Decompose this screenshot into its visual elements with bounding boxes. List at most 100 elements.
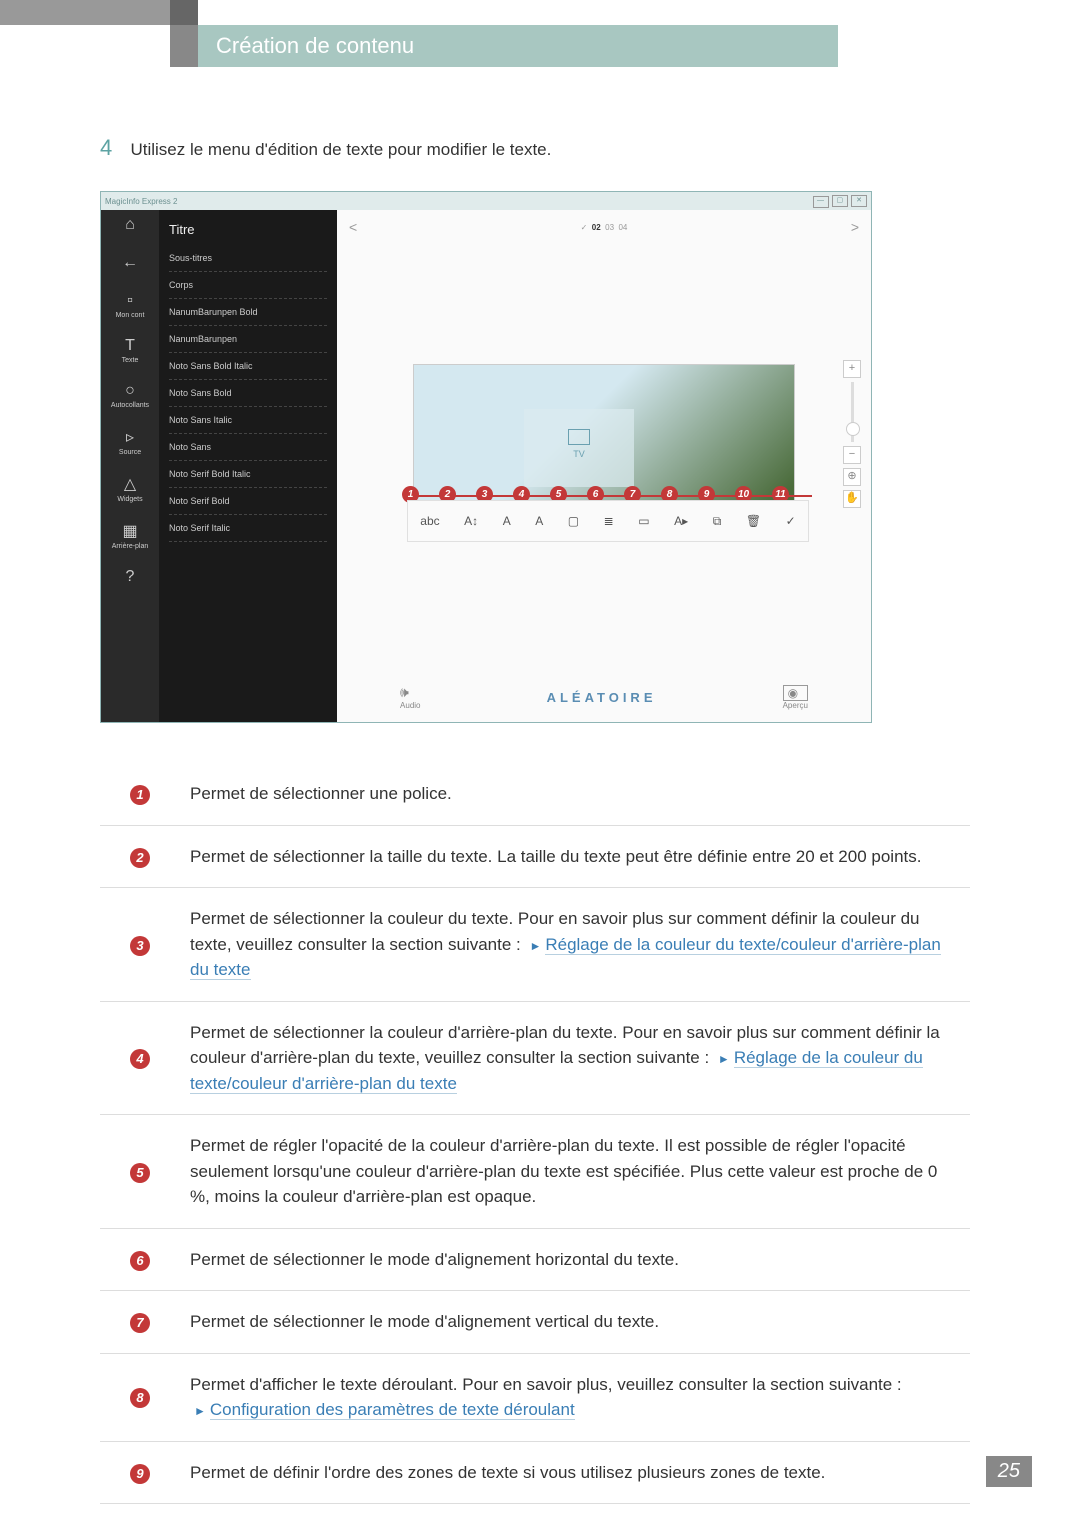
hand-icon[interactable]: ✋ — [843, 490, 861, 508]
app-titlebar: MagicInfo Express 2 — ▢ ✕ — [101, 192, 871, 210]
arrow-icon: ► — [194, 1404, 206, 1418]
rail-icon: ▦ — [101, 521, 159, 541]
rail-icon: ? — [101, 568, 159, 586]
rail-item[interactable]: TTexte — [101, 337, 159, 364]
audio-icon: 🕪 — [400, 684, 420, 701]
maximize-icon[interactable]: ▢ — [832, 195, 848, 207]
icon-rail: ⌂ ← ▫Mon cont TTexte ○Autocollants ▹Source △Wi… — [101, 210, 159, 722]
font-item[interactable]: Corps — [169, 272, 327, 299]
toolbar-button[interactable]: A — [535, 514, 543, 528]
toolbar-button[interactable]: ⧉ — [713, 514, 722, 529]
rail-icon: ▫ — [101, 292, 159, 310]
legend-number: 8 — [130, 1388, 150, 1408]
toolbar-button[interactable]: A↕ — [464, 514, 478, 528]
canvas: < ✓ 02 03 04 > TV Healthy Breakfast — [337, 210, 871, 722]
doc-link[interactable]: Configuration des paramètres de texte dé… — [210, 1400, 575, 1420]
zoom-add-icon[interactable]: + — [843, 360, 861, 378]
legend-text: Permet de sélectionner le mode d'alignem… — [180, 1291, 970, 1354]
font-item[interactable]: NanumBarunpen — [169, 326, 327, 353]
rail-item[interactable]: ← — [101, 254, 159, 274]
app-title: MagicInfo Express 2 — [105, 197, 177, 206]
toolbar-button[interactable]: ✓ — [786, 514, 796, 528]
font-item[interactable]: Noto Serif Italic — [169, 515, 327, 542]
font-item[interactable]: Sous-titres — [169, 245, 327, 272]
page-item[interactable]: 03 — [605, 223, 614, 232]
toolbar-button[interactable]: ≣ — [604, 514, 614, 528]
zoom-track[interactable] — [851, 382, 854, 442]
rail-item[interactable]: ▦Arrière-plan — [101, 521, 159, 550]
page-item[interactable]: 04 — [618, 223, 627, 232]
step-row: 4 Utilisez le menu d'édition de texte po… — [100, 135, 970, 161]
page-active[interactable]: 02 — [592, 223, 601, 232]
font-panel-title: Titre — [169, 218, 327, 245]
font-item[interactable]: NanumBarunpen Bold — [169, 299, 327, 326]
legend-number: 4 — [130, 1049, 150, 1069]
check-icon: ✓ — [581, 223, 588, 232]
toolbar-button[interactable]: ▭ — [638, 514, 649, 528]
section-header: Création de contenu — [198, 25, 838, 67]
margin-corner-bottom — [170, 25, 198, 67]
rail-item[interactable]: ? — [101, 568, 159, 588]
font-item[interactable]: Noto Sans Bold — [169, 380, 327, 407]
zoom-thumb[interactable] — [846, 422, 860, 436]
prev-page-icon[interactable]: < — [349, 219, 357, 235]
toolbar-button[interactable]: 🗑 — [746, 514, 761, 528]
preview-section[interactable]: ◉ Aperçu — [783, 685, 808, 710]
step-number: 4 — [100, 135, 126, 161]
font-item[interactable]: Noto Serif Bold Italic — [169, 461, 327, 488]
font-panel: Titre Sous-titresCorpsNanumBarunpen Bold… — [159, 210, 337, 722]
next-page-icon[interactable]: > — [851, 219, 859, 235]
rail-item[interactable]: ○Autocollants — [101, 382, 159, 409]
window-controls: — ▢ ✕ — [812, 195, 867, 208]
tv-overlay[interactable]: TV — [524, 409, 634, 487]
rail-icon: ← — [101, 254, 159, 272]
doc-link[interactable]: Réglage de la couleur du texte/couleur d… — [190, 1048, 923, 1094]
rail-item[interactable]: ▹Source — [101, 427, 159, 456]
legend-number: 6 — [130, 1251, 150, 1271]
doc-link[interactable]: Réglage de la couleur du texte/couleur d… — [190, 935, 941, 981]
page-nav: < ✓ 02 03 04 > — [337, 210, 871, 244]
rail-item[interactable]: ⌂ — [101, 216, 159, 236]
legend-table: 1Permet de sélectionner une police.2Perm… — [100, 763, 970, 1504]
toolbar-button[interactable]: A — [503, 514, 511, 528]
zoom-control: + − ⊕ ✋ — [843, 360, 861, 508]
legend-number: 3 — [130, 936, 150, 956]
legend-number: 7 — [130, 1313, 150, 1333]
close-icon[interactable]: ✕ — [851, 195, 867, 207]
random-button[interactable]: ALÉATOIRE — [547, 690, 657, 705]
toolbar-button[interactable]: abc — [420, 514, 439, 528]
rail-icon: ○ — [101, 382, 159, 400]
toolbar-button[interactable]: ▢ — [568, 514, 579, 528]
font-item[interactable]: Noto Sans Bold Italic — [169, 353, 327, 380]
legend-text: Permet de sélectionner la taille du text… — [180, 825, 970, 888]
audio-section[interactable]: 🕪 Audio — [400, 684, 420, 710]
legend-number: 9 — [130, 1464, 150, 1484]
rail-icon: ▹ — [101, 427, 159, 447]
app-screenshot: MagicInfo Express 2 — ▢ ✕ ⌂ ← ▫Mon cont TTe… — [100, 191, 872, 723]
audio-label: Audio — [400, 701, 420, 710]
legend-text: Permet de sélectionner une police. — [180, 763, 970, 825]
page-number: 25 — [986, 1456, 1032, 1487]
legend-text: Permet d'afficher le texte déroulant. Po… — [180, 1353, 970, 1441]
font-item[interactable]: Noto Sans Italic — [169, 407, 327, 434]
margin-block — [0, 0, 198, 25]
legend-text: Permet de définir l'ordre des zones de t… — [180, 1441, 970, 1504]
toolbar-button[interactable]: A▸ — [674, 514, 688, 528]
rail-icon: ⌂ — [101, 216, 159, 234]
canvas-bottom-bar: 🕪 Audio ALÉATOIRE ◉ Aperçu — [337, 684, 871, 710]
legend-text: Permet de régler l'opacité de la couleur… — [180, 1115, 970, 1229]
zoom-minus-icon[interactable]: − — [843, 446, 861, 464]
zoom-fit-icon[interactable]: ⊕ — [843, 468, 861, 486]
rail-item[interactable]: ▫Mon cont — [101, 292, 159, 319]
tv-icon — [568, 429, 590, 445]
rail-item[interactable]: △Widgets — [101, 474, 159, 503]
arrow-icon: ► — [718, 1052, 730, 1066]
font-item[interactable]: Noto Serif Bold — [169, 488, 327, 515]
legend-text: Permet de sélectionner la couleur d'arri… — [180, 1001, 970, 1115]
legend-text: Permet de sélectionner le mode d'alignem… — [180, 1228, 970, 1291]
step-text: Utilisez le menu d'édition de texte pour… — [130, 140, 551, 159]
eye-icon: ◉ — [783, 685, 808, 701]
minimize-icon[interactable]: — — [813, 196, 829, 208]
font-item[interactable]: Noto Sans — [169, 434, 327, 461]
legend-number: 5 — [130, 1163, 150, 1183]
